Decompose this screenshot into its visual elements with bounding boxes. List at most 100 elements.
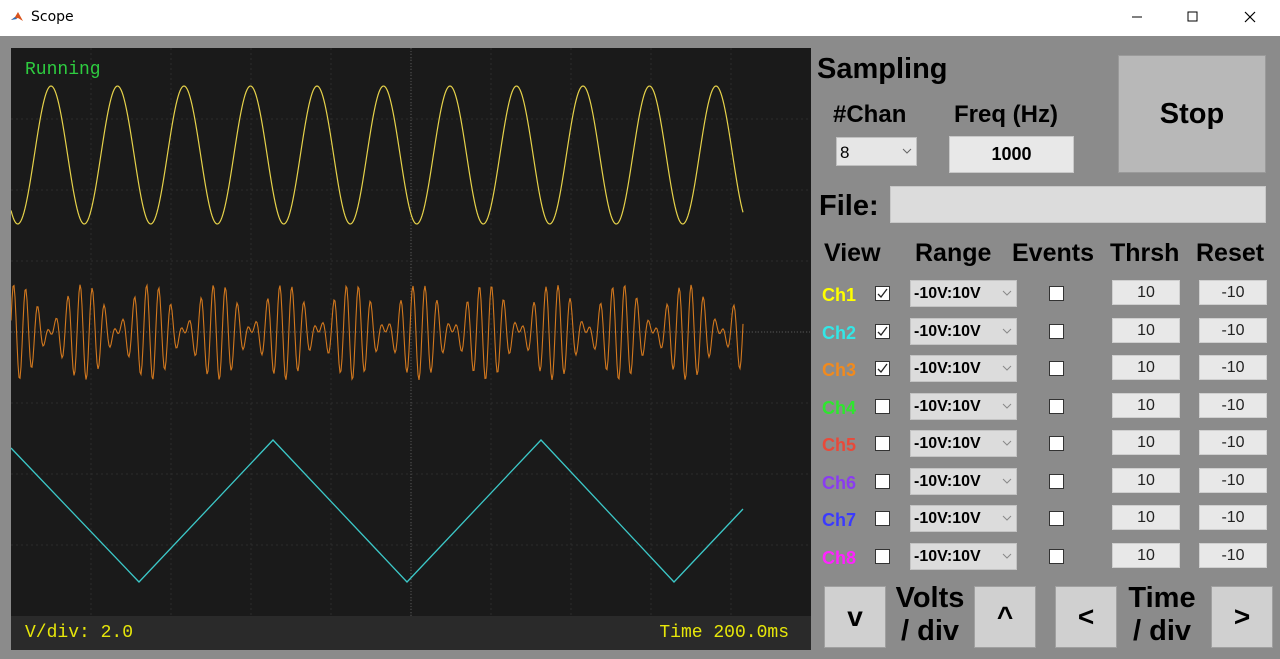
view-checkbox[interactable] — [875, 361, 890, 376]
channel-row: Ch7 -10V:10V 10 -10 — [0, 505, 1280, 542]
channel-name: Ch5 — [822, 435, 857, 455]
channel-name: Ch7 — [822, 510, 857, 530]
chan-count-value: 8 — [840, 143, 850, 162]
header-events: Events — [1012, 239, 1094, 267]
chevron-down-icon — [1002, 365, 1012, 371]
channel-row: Ch8 -10V:10V 10 -10 — [0, 543, 1280, 580]
threshold-input[interactable]: 10 — [1112, 505, 1180, 530]
events-checkbox[interactable] — [1049, 286, 1064, 301]
channel-row: Ch3 -10V:10V 10 -10 — [0, 355, 1280, 392]
maximize-button[interactable] — [1170, 0, 1216, 34]
chan-count-select[interactable]: 8 — [836, 137, 917, 166]
file-label: File: — [819, 190, 879, 222]
file-input[interactable] — [890, 186, 1266, 223]
channel-row: Ch4 -10V:10V 10 -10 — [0, 393, 1280, 430]
chevron-down-icon — [1002, 403, 1012, 409]
reset-input[interactable]: -10 — [1199, 468, 1267, 493]
time-right-button[interactable]: > — [1211, 586, 1273, 648]
time-label-line1: Time — [1128, 582, 1196, 614]
volts-up-button[interactable]: ^ — [974, 586, 1036, 648]
range-select[interactable]: -10V:10V — [910, 468, 1017, 495]
reset-input[interactable]: -10 — [1199, 430, 1267, 455]
volts-div-label: Volts / div — [890, 582, 970, 648]
events-checkbox[interactable] — [1049, 324, 1064, 339]
reset-input[interactable]: -10 — [1199, 393, 1267, 418]
threshold-input[interactable]: 10 — [1112, 318, 1180, 343]
chevron-down-icon — [1002, 515, 1012, 521]
chevron-down-icon — [1002, 553, 1012, 559]
channel-name: Ch8 — [822, 548, 857, 568]
volts-down-button[interactable]: v — [824, 586, 886, 648]
channel-name: Ch4 — [822, 398, 857, 418]
reset-input[interactable]: -10 — [1199, 355, 1267, 380]
range-select[interactable]: -10V:10V — [910, 355, 1017, 382]
events-checkbox[interactable] — [1049, 361, 1064, 376]
trace-1 — [11, 85, 744, 225]
time-label-line2: / div — [1132, 615, 1191, 647]
view-checkbox[interactable] — [875, 549, 890, 564]
matlab-app-icon — [10, 10, 24, 24]
range-select[interactable]: -10V:10V — [910, 393, 1017, 420]
header-view: View — [824, 239, 881, 267]
time-left-button[interactable]: < — [1055, 586, 1117, 648]
channel-row: Ch1 -10V:10V 10 -10 — [0, 280, 1280, 317]
threshold-input[interactable]: 10 — [1112, 355, 1180, 380]
range-select[interactable]: -10V:10V — [910, 280, 1017, 307]
volts-label-line1: Volts — [895, 582, 965, 614]
view-checkbox[interactable] — [875, 324, 890, 339]
stop-button[interactable]: Stop — [1118, 55, 1266, 173]
view-checkbox[interactable] — [875, 286, 890, 301]
header-reset: Reset — [1196, 239, 1265, 267]
reset-input[interactable]: -10 — [1199, 318, 1267, 343]
range-select[interactable]: -10V:10V — [910, 505, 1017, 532]
check-icon — [877, 326, 888, 336]
time-div-label: Time / div — [1122, 582, 1202, 648]
reset-input[interactable]: -10 — [1199, 280, 1267, 305]
reset-input[interactable]: -10 — [1199, 543, 1267, 568]
close-button[interactable] — [1227, 0, 1273, 34]
channel-row: Ch6 -10V:10V 10 -10 — [0, 468, 1280, 505]
threshold-input[interactable]: 10 — [1112, 543, 1180, 568]
range-select[interactable]: -10V:10V — [910, 318, 1017, 345]
chan-count-label: #Chan — [833, 101, 907, 128]
freq-input[interactable]: 1000 — [949, 136, 1074, 173]
events-checkbox[interactable] — [1049, 474, 1064, 489]
range-value: -10V:10V — [914, 285, 981, 302]
scope-readout-bar: V/div: 2.0 Time 200.0ms — [11, 616, 811, 650]
threshold-input[interactable]: 10 — [1112, 393, 1180, 418]
volts-per-div-readout: V/div: 2.0 — [25, 623, 134, 643]
time-readout: Time 200.0ms — [659, 623, 789, 643]
close-icon — [1244, 11, 1256, 23]
channel-row: Ch2 -10V:10V 10 -10 — [0, 318, 1280, 355]
range-value: -10V:10V — [914, 435, 981, 452]
reset-input[interactable]: -10 — [1199, 505, 1267, 530]
events-checkbox[interactable] — [1049, 436, 1064, 451]
threshold-input[interactable]: 10 — [1112, 468, 1180, 493]
range-value: -10V:10V — [914, 360, 981, 377]
minimize-button[interactable] — [1114, 0, 1160, 34]
view-checkbox[interactable] — [875, 399, 890, 414]
range-select[interactable]: -10V:10V — [910, 543, 1017, 570]
events-checkbox[interactable] — [1049, 511, 1064, 526]
events-checkbox[interactable] — [1049, 399, 1064, 414]
chevron-down-icon — [1002, 478, 1012, 484]
range-value: -10V:10V — [914, 398, 981, 415]
channel-row: Ch5 -10V:10V 10 -10 — [0, 430, 1280, 467]
channel-name: Ch2 — [822, 323, 857, 343]
threshold-input[interactable]: 10 — [1112, 280, 1180, 305]
view-checkbox[interactable] — [875, 474, 890, 489]
maximize-icon — [1187, 11, 1198, 22]
view-checkbox[interactable] — [875, 436, 890, 451]
range-select[interactable]: -10V:10V — [910, 430, 1017, 457]
window-title: Scope — [31, 9, 74, 25]
view-checkbox[interactable] — [875, 511, 890, 526]
range-value: -10V:10V — [914, 473, 981, 490]
events-checkbox[interactable] — [1049, 549, 1064, 564]
chevron-down-icon — [1002, 328, 1012, 334]
check-icon — [877, 363, 888, 373]
minimize-icon — [1132, 16, 1142, 18]
threshold-input[interactable]: 10 — [1112, 430, 1180, 455]
volts-label-line2: / div — [900, 615, 959, 647]
range-value: -10V:10V — [914, 548, 981, 565]
chevron-down-icon — [902, 148, 912, 154]
